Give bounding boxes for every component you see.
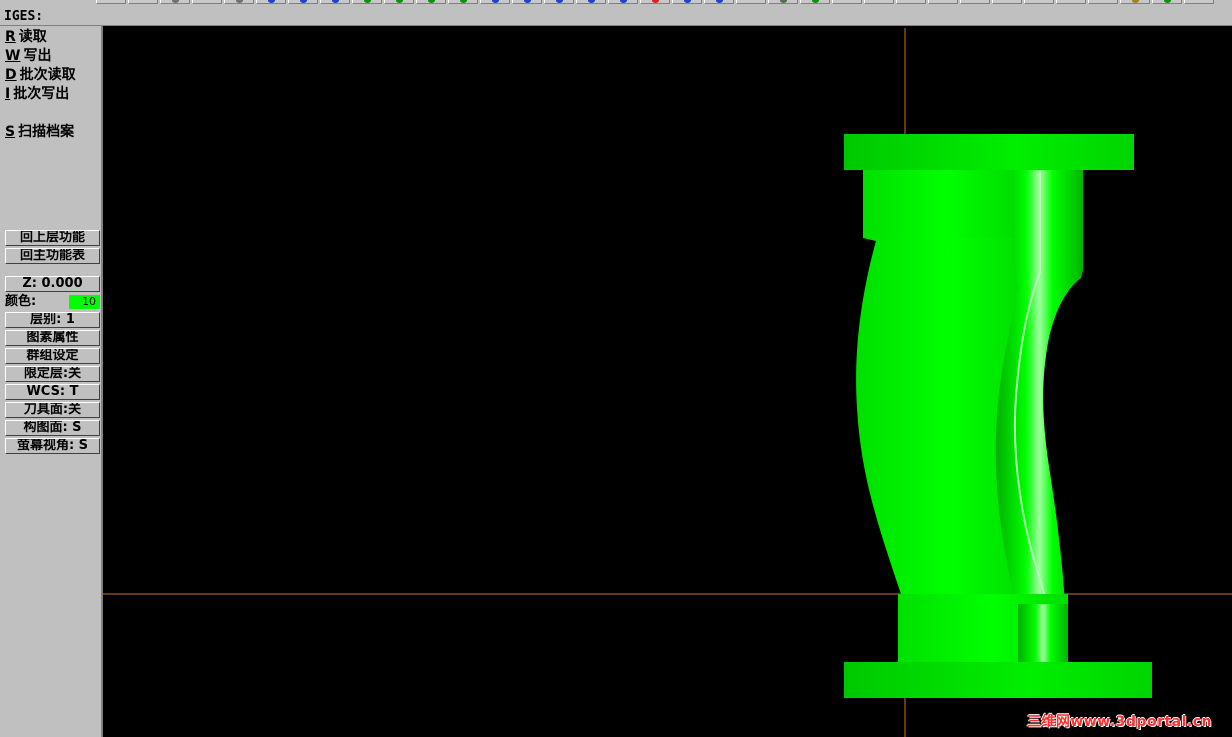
toolbar-button[interactable]	[256, 0, 286, 4]
prompt-bar: IGES:	[0, 6, 1232, 26]
level-button[interactable]: 层别: 1	[5, 312, 100, 328]
toolbar-button[interactable]	[800, 0, 830, 4]
toolbar-button[interactable]	[192, 0, 222, 4]
menu-item-read[interactable]: R 读取	[5, 28, 47, 46]
hotkey-label: W	[5, 48, 21, 64]
color-swatch[interactable]: 10	[69, 295, 100, 309]
toolbar-button[interactable]	[1024, 0, 1054, 4]
main-menu-panel: R 读取 W 写出 D 批次读取 I 批次写出 S 扫描档案 回上层功能 回主功能表 Z:…	[0, 26, 103, 737]
prompt-label: IGES:	[4, 9, 44, 24]
toolbar-button[interactable]	[1056, 0, 1086, 4]
toolbar-button[interactable]	[160, 0, 190, 4]
z-depth-button[interactable]: Z: 0.000	[5, 276, 100, 292]
menu-item-label: 扫描档案	[18, 124, 75, 140]
top-flange	[844, 134, 1134, 170]
toolbar-button[interactable]	[640, 0, 670, 4]
menu-item-batch-write[interactable]: I 批次写出	[5, 85, 69, 103]
toolbar-button[interactable]	[288, 0, 318, 4]
menu-item-write[interactable]: W 写出	[5, 47, 51, 65]
attributes-button[interactable]: 图素属性	[5, 330, 100, 346]
toolbar-button[interactable]	[736, 0, 766, 4]
hotkey-label: I	[5, 86, 11, 102]
main-menu-button[interactable]: 回主功能表	[5, 248, 100, 264]
back-button[interactable]: 回上层功能	[5, 230, 100, 246]
hotkey-label: S	[5, 124, 16, 140]
hotkey-label: D	[5, 67, 17, 83]
green-3d-model	[844, 134, 1152, 698]
toolbar-button[interactable]	[1088, 0, 1118, 4]
top-neck	[863, 170, 1015, 238]
bottom-flange	[844, 662, 1152, 698]
toolbar-button[interactable]	[1120, 0, 1150, 4]
tool-plane-button[interactable]: 刀具面:关	[5, 402, 100, 418]
toolbar-button[interactable]	[512, 0, 542, 4]
menu-item-label: 读取	[18, 29, 47, 45]
bottom-neck-tube	[1018, 604, 1068, 662]
menu-item-label: 写出	[23, 48, 52, 64]
toolbar-button[interactable]	[320, 0, 350, 4]
toolbar-button[interactable]	[224, 0, 254, 4]
graphics-view-button[interactable]: 萤幕视角: S	[5, 438, 100, 454]
color-setting[interactable]: 颜色: 10	[5, 294, 100, 310]
group-button[interactable]: 群组设定	[5, 348, 100, 364]
toolbar-button[interactable]	[608, 0, 638, 4]
menu-item-scan-file[interactable]: S 扫描档案	[5, 123, 74, 141]
wcs-button[interactable]: WCS: T	[5, 384, 100, 400]
toolbar-button[interactable]	[1184, 0, 1214, 4]
hotkey-label: R	[5, 29, 16, 45]
watermark: 三维网www.3dportal.cn	[1026, 714, 1212, 730]
toolbar-button[interactable]	[384, 0, 414, 4]
menu-item-label: 批次读取	[19, 67, 76, 83]
toolbar-button[interactable]	[480, 0, 510, 4]
toolbar-button[interactable]	[768, 0, 798, 4]
color-label: 颜色:	[5, 294, 37, 309]
toolbar-button[interactable]	[672, 0, 702, 4]
model-canvas	[103, 28, 1232, 737]
toolbar-button[interactable]	[960, 0, 990, 4]
toolbar-button[interactable]	[544, 0, 574, 4]
menu-item-label: 批次写出	[13, 86, 70, 102]
toolbar-button[interactable]	[352, 0, 382, 4]
mask-level-button[interactable]: 限定层:关	[5, 366, 100, 382]
toolbar-button[interactable]	[1152, 0, 1182, 4]
toolbar-button[interactable]	[832, 0, 862, 4]
menu-item-batch-read[interactable]: D 批次读取	[5, 66, 76, 84]
toolbar-button[interactable]	[992, 0, 1022, 4]
graphics-viewport[interactable]: 三维网www.3dportal.cn	[103, 26, 1232, 737]
toolbar-button[interactable]	[928, 0, 958, 4]
toolbar-button[interactable]	[704, 0, 734, 4]
toolbar-button[interactable]	[896, 0, 926, 4]
toolbar-button[interactable]	[96, 0, 126, 4]
toolbar-button[interactable]	[128, 0, 158, 4]
construction-plane-button[interactable]: 构图面: S	[5, 420, 100, 436]
toolbar-button[interactable]	[448, 0, 478, 4]
toolbar-button[interactable]	[416, 0, 446, 4]
toolbar-button[interactable]	[864, 0, 894, 4]
toolbar-button[interactable]	[576, 0, 606, 4]
